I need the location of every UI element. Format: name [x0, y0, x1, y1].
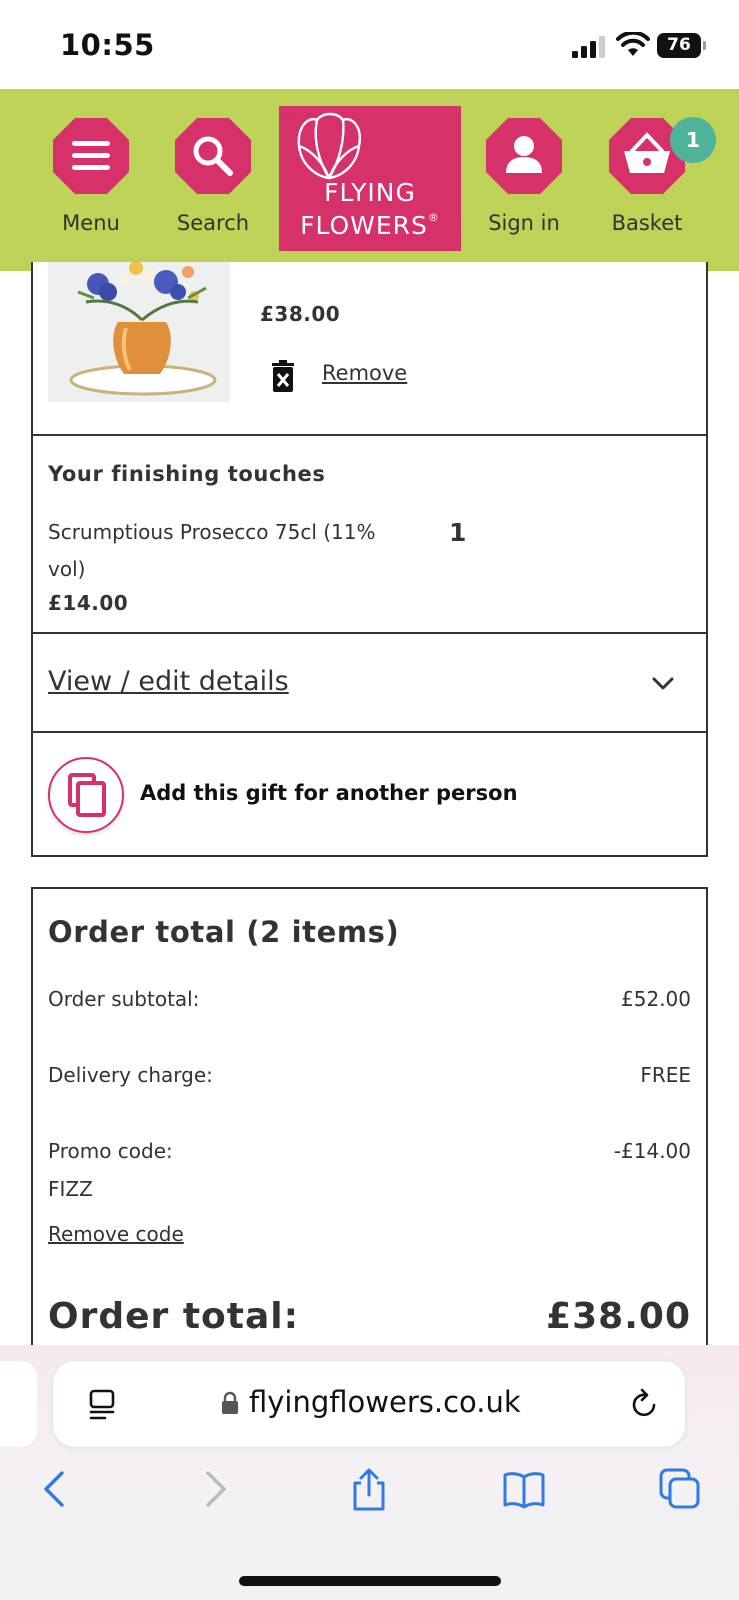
view-edit-details-link[interactable]: View / edit details [48, 666, 289, 697]
finishing-touches-section: Your finishing touches Scrumptious Prose… [31, 434, 708, 634]
delivery-charge-label: Delivery charge: [48, 1063, 213, 1087]
battery-indicator: 76 [657, 33, 701, 58]
order-subtotal-value: £52.00 [621, 987, 691, 1011]
product-image[interactable] [48, 262, 230, 402]
order-total-label: Order total: [48, 1296, 300, 1337]
add-gift-another-person-row[interactable]: Add this gift for another person [31, 731, 708, 857]
status-time: 10:55 [60, 28, 155, 62]
sign-in-button[interactable]: Sign in [469, 117, 579, 235]
finishing-touch-quantity: 1 [449, 518, 467, 547]
lock-icon [222, 1391, 238, 1414]
remove-code-link[interactable]: Remove code [48, 1222, 184, 1246]
copy-gift-button[interactable] [48, 757, 124, 833]
view-edit-details-row[interactable]: View / edit details [31, 632, 708, 733]
order-subtotal-label: Order subtotal: [48, 987, 200, 1011]
status-bar: 10:55 76 [0, 0, 739, 89]
basket-label: Basket [611, 211, 683, 235]
cellular-signal-icon [572, 36, 605, 58]
page-menu-icon[interactable] [87, 1389, 117, 1421]
menu-icon [52, 117, 130, 195]
browser-toolbar: flyingflowers.co.uk [0, 1345, 739, 1600]
promo-code-label: Promo code: [48, 1139, 173, 1163]
basket-count-badge: 1 [670, 117, 716, 163]
copy-icon [68, 773, 106, 817]
battery-tip [703, 41, 706, 50]
order-total-value: £38.00 [546, 1296, 691, 1337]
previous-tab-edge[interactable] [0, 1361, 37, 1447]
address-bar[interactable]: flyingflowers.co.uk [53, 1361, 685, 1447]
wifi-icon [616, 32, 650, 56]
search-label: Search [176, 211, 250, 235]
promo-discount-value: -£14.00 [613, 1139, 691, 1163]
finishing-touch-price: £14.00 [48, 591, 129, 615]
url-text[interactable]: flyingflowers.co.uk [249, 1385, 521, 1419]
back-icon[interactable] [34, 1467, 78, 1511]
order-total-card: Order total (2 items) Order subtotal: £5… [31, 887, 708, 1347]
trash-icon[interactable] [270, 359, 296, 393]
tabs-icon[interactable] [658, 1467, 702, 1511]
logo-line2-text: FLOWERS [300, 211, 428, 240]
sign-in-label: Sign in [488, 211, 560, 235]
forward-icon[interactable] [192, 1467, 236, 1511]
bouquet-image [48, 262, 230, 402]
search-button[interactable]: Search [158, 117, 268, 235]
search-icon [174, 117, 252, 195]
basket-product-card: £38.00 Remove [31, 262, 708, 436]
delivery-charge-value: FREE [640, 1063, 691, 1087]
share-icon[interactable] [347, 1467, 391, 1511]
promo-code-value: FIZZ [48, 1177, 93, 1201]
logo-line1: FLYING [324, 178, 416, 207]
site-header: Menu Search FLYING FLOWERS® Sign in Bask… [0, 89, 739, 271]
finishing-touch-item-name: Scrumptious Prosecco 75cl (11% vol) [48, 520, 376, 581]
add-gift-label[interactable]: Add this gift for another person [140, 781, 518, 805]
user-icon [485, 117, 563, 195]
bookmarks-icon[interactable] [502, 1467, 546, 1511]
logo-registered-mark: ® [427, 211, 440, 224]
finishing-touches-title: Your finishing touches [48, 462, 326, 486]
home-indicator[interactable] [239, 1576, 501, 1586]
reload-icon[interactable] [629, 1387, 659, 1421]
order-total-title: Order total (2 items) [48, 915, 400, 949]
menu-label: Menu [62, 211, 120, 235]
menu-button[interactable]: Menu [36, 117, 146, 235]
remove-product-link[interactable]: Remove [322, 361, 407, 385]
flying-flowers-logo[interactable]: FLYING FLOWERS® [279, 106, 461, 251]
chevron-down-icon[interactable] [651, 672, 675, 696]
product-price: £38.00 [260, 302, 341, 326]
logo-line2: FLOWERS® [279, 211, 461, 240]
